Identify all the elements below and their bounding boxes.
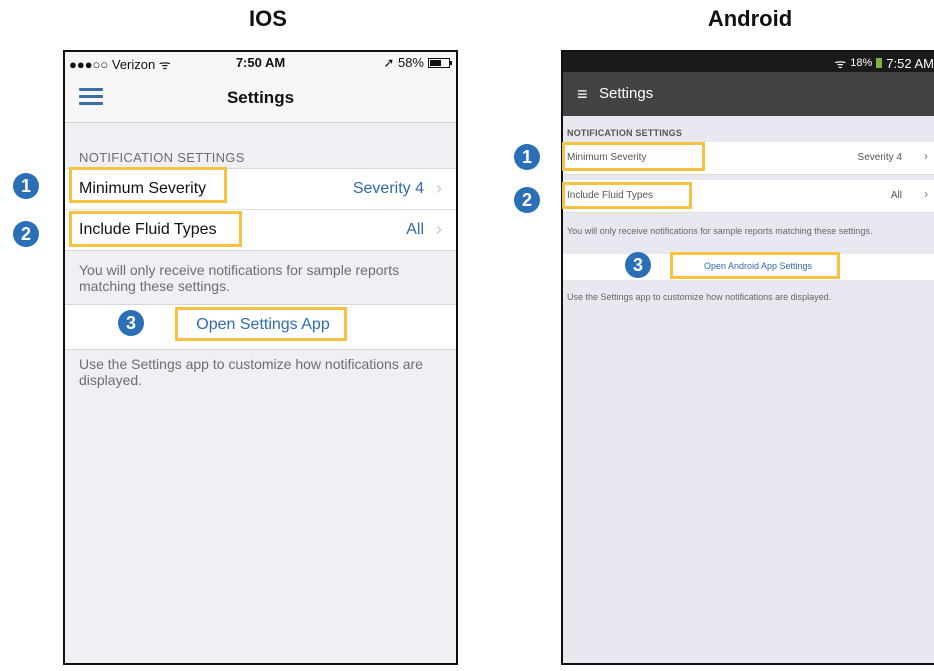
highlight-box-android-include-fluid-types bbox=[562, 182, 692, 209]
chevron-right-icon: › bbox=[436, 178, 442, 198]
ios-include-fluid-types-value: All bbox=[406, 221, 424, 238]
step-badge-2-android: 2 bbox=[514, 187, 540, 213]
step-badge-1-ios: 1 bbox=[13, 173, 39, 199]
ios-battery-indicator: ➚ 58% bbox=[383, 55, 452, 71]
android-minimum-severity-value: Severity 4 bbox=[857, 152, 902, 163]
step-badge-1-android: 1 bbox=[514, 144, 540, 170]
highlight-box-android-minimum-severity bbox=[562, 142, 705, 171]
android-include-fluid-types-value: All bbox=[890, 190, 902, 201]
ios-status-bar: ●●●○○ Verizon ᯤ 7:50 AM ➚ 58% bbox=[65, 52, 456, 74]
battery-icon bbox=[876, 58, 883, 68]
highlight-box-ios-open-settings bbox=[175, 307, 347, 341]
ios-battery-percent: ➚ 58% bbox=[383, 55, 424, 70]
android-settings-footer-note: You will only receive notifications for … bbox=[567, 226, 873, 236]
chevron-right-icon: › bbox=[924, 187, 928, 201]
wifi-icon: ᯤ bbox=[834, 56, 847, 71]
android-status-time: 7:52 AM bbox=[886, 55, 934, 71]
ios-page-title: Settings bbox=[226, 88, 295, 107]
battery-icon bbox=[428, 58, 452, 68]
android-toolbar: ≡ Settings bbox=[563, 72, 934, 116]
step-badge-3-android: 3 bbox=[625, 252, 651, 278]
chevron-right-icon: › bbox=[436, 219, 442, 239]
ios-settings-app-note: Use the Settings app to customize how no… bbox=[79, 356, 423, 388]
ios-section-header: NOTIFICATION SETTINGS bbox=[79, 150, 245, 165]
highlight-box-ios-minimum-severity bbox=[69, 167, 227, 203]
ios-heading: IOS bbox=[249, 6, 287, 31]
highlight-box-android-open-settings bbox=[670, 252, 840, 279]
step-badge-2-ios: 2 bbox=[13, 221, 39, 247]
android-section-header: NOTIFICATION SETTINGS bbox=[567, 128, 683, 138]
android-battery-percent: 18% bbox=[850, 57, 873, 69]
ios-settings-footer-note: You will only receive notifications for … bbox=[79, 262, 400, 294]
highlight-box-ios-include-fluid-types bbox=[69, 211, 242, 247]
step-badge-3-ios: 3 bbox=[118, 310, 144, 336]
ios-minimum-severity-value: Severity 4 bbox=[352, 180, 424, 197]
ios-navigation-bar: Settings bbox=[65, 74, 456, 123]
ios-phone-screen: ●●●○○ Verizon ᯤ 7:50 AM ➚ 58% Settings N… bbox=[63, 50, 458, 665]
chevron-right-icon: › bbox=[924, 149, 928, 163]
android-page-title: Settings bbox=[599, 85, 654, 102]
hamburger-menu-icon[interactable]: ≡ bbox=[577, 84, 588, 105]
android-settings-app-note: Use the Settings app to customize how no… bbox=[567, 292, 832, 302]
android-status-bar: ᯤ 18% 7:52 AM bbox=[563, 52, 934, 72]
android-heading: Android bbox=[707, 6, 793, 31]
